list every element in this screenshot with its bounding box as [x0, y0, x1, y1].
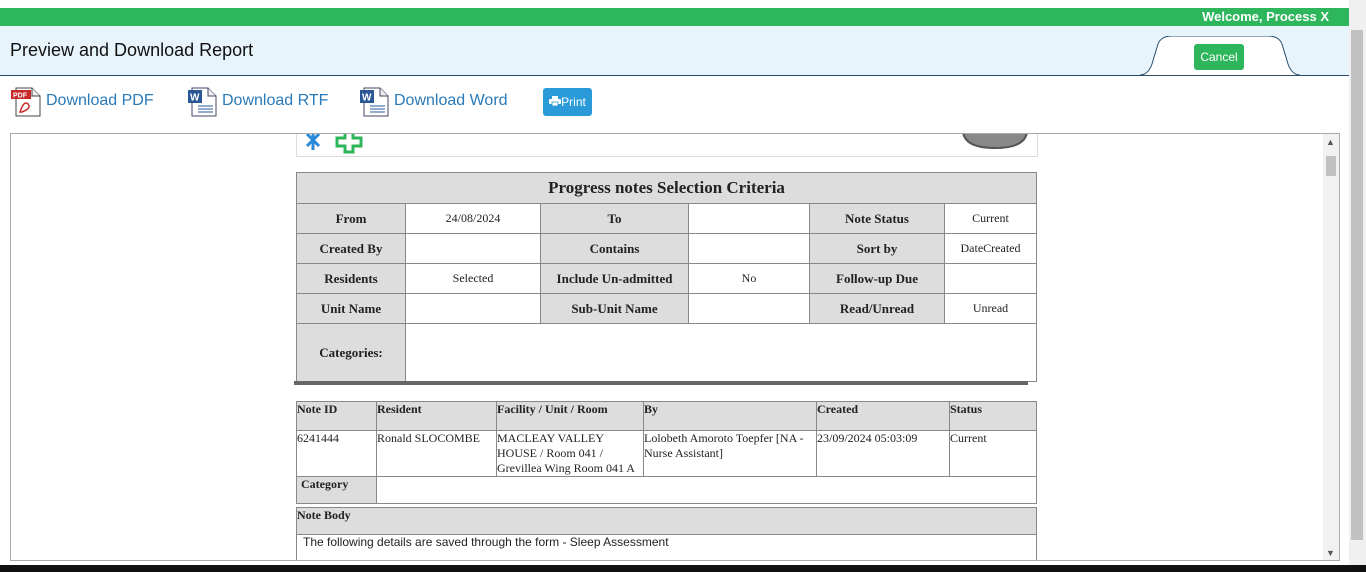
to-value [688, 203, 810, 234]
col-header-by: By [643, 401, 817, 431]
subunit-name-label: Sub-Unit Name [540, 293, 689, 324]
col-header-note-id: Note ID [296, 401, 377, 431]
word-file-icon: W [358, 86, 389, 117]
page-header: Preview and Download Report [0, 26, 1349, 76]
svg-text:PDF: PDF [13, 93, 28, 100]
sort-by-label: Sort by [809, 233, 945, 264]
followup-due-value [944, 263, 1037, 294]
download-word-label: Download Word [394, 92, 508, 109]
resident-cell: Ronald SLOCOMBE [376, 430, 497, 477]
print-button[interactable]: Print [543, 88, 592, 116]
note-id-cell: 6241444 [296, 430, 377, 477]
page-scrollbar-thumb[interactable] [1351, 30, 1363, 540]
from-label: From [296, 203, 406, 234]
include-unadmitted-value: No [688, 263, 810, 294]
to-label: To [540, 203, 689, 234]
contains-label: Contains [540, 233, 689, 264]
svg-text:W: W [362, 93, 372, 104]
subunit-name-value [688, 293, 810, 324]
from-value: 24/08/2024 [405, 203, 541, 234]
unit-name-value [405, 293, 541, 324]
scroll-up-icon[interactable]: ▲ [1326, 137, 1335, 147]
followup-due-label: Follow-up Due [809, 263, 945, 294]
note-body: The following details are saved through … [296, 534, 1037, 560]
note-body-label: Note Body [296, 507, 1037, 535]
page-title: Preview and Download Report [10, 40, 254, 60]
download-rtf-label: Download RTF [222, 92, 329, 109]
categories-value [405, 323, 1037, 382]
seal-icon [962, 134, 1028, 150]
col-header-created: Created [816, 401, 950, 431]
report-preview-pane[interactable]: Progress notes Selection Criteria From 2… [10, 133, 1340, 561]
unit-name-label: Unit Name [296, 293, 406, 324]
col-header-resident: Resident [376, 401, 497, 431]
section-divider [294, 381, 1028, 385]
cancel-button[interactable]: Cancel [1194, 44, 1244, 70]
scrollbar-thumb[interactable] [1326, 156, 1336, 176]
scroll-down-icon[interactable]: ▼ [1326, 548, 1335, 558]
download-rtf-button[interactable]: W Download RTF [186, 86, 329, 117]
table-row: 6241444 Ronald SLOCOMBE MACLEAY VALLEY H… [296, 430, 1037, 477]
page-scrollbar[interactable] [1349, 0, 1366, 565]
residents-value: Selected [405, 263, 541, 294]
residents-label: Residents [296, 263, 406, 294]
print-label: Print [561, 95, 586, 109]
download-word-button[interactable]: W Download Word [358, 86, 508, 117]
col-header-facility: Facility / Unit / Room [496, 401, 644, 431]
read-unread-label: Read/Unread [809, 293, 945, 324]
category-row: Category [296, 476, 1037, 504]
read-unread-value: Unread [944, 293, 1037, 324]
download-pdf-button[interactable]: PDF Download PDF [10, 86, 154, 117]
download-toolbar: PDF Download PDF W Download RTF W Downlo… [0, 84, 1349, 120]
note-status-label: Note Status [809, 203, 945, 234]
logo-icon [305, 134, 363, 154]
status-cell: Current [949, 430, 1037, 477]
categories-label: Categories: [296, 323, 406, 382]
note-body-text: The following details are saved through … [303, 535, 669, 549]
col-header-status: Status [949, 401, 1037, 431]
by-cell: Lolobeth Amoroto Toepfer [NA - Nurse Ass… [643, 430, 817, 477]
created-by-value [405, 233, 541, 264]
contains-value [688, 233, 810, 264]
top-bar: Welcome, Process X [0, 8, 1349, 26]
bottom-edge [0, 565, 1366, 572]
include-unadmitted-label: Include Un-admitted [540, 263, 689, 294]
svg-text:W: W [190, 93, 200, 104]
printer-icon [549, 95, 562, 109]
created-cell: 23/09/2024 05:03:09 [816, 430, 950, 477]
created-by-label: Created By [296, 233, 406, 264]
selection-criteria-table: Progress notes Selection Criteria From 2… [296, 172, 1037, 382]
report-logo-header [296, 134, 1038, 157]
facility-cell: MACLEAY VALLEY HOUSE / Room 041 / Grevil… [496, 430, 644, 477]
criteria-title: Progress notes Selection Criteria [296, 172, 1037, 204]
sort-by-value: DateCreated [944, 233, 1037, 264]
notes-table: Note ID Resident Facility / Unit / Room … [296, 401, 1037, 504]
download-pdf-label: Download PDF [46, 92, 154, 109]
category-label: Category [296, 476, 377, 504]
pdf-file-icon: PDF [10, 86, 41, 117]
note-status-value: Current [944, 203, 1037, 234]
word-file-icon: W [186, 86, 217, 117]
welcome-text: Welcome, Process X [1202, 9, 1329, 24]
preview-scrollbar[interactable]: ▲ ▼ [1323, 134, 1339, 560]
category-value [376, 476, 1037, 504]
notes-header-row: Note ID Resident Facility / Unit / Room … [296, 401, 1037, 431]
